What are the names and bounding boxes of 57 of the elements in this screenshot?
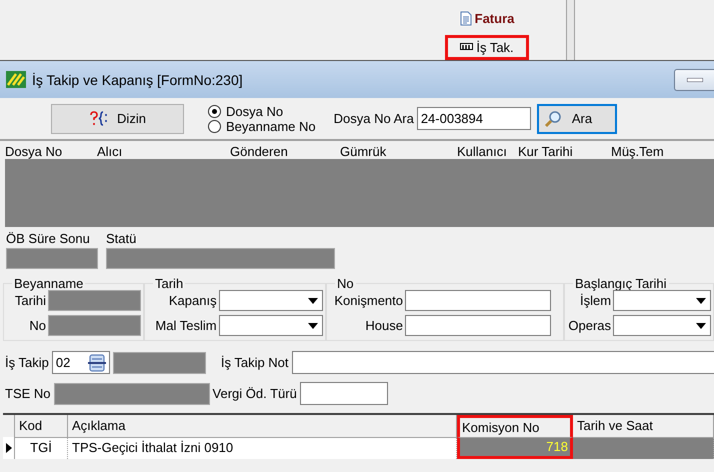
radio-option[interactable]: Dosya No: [208, 104, 316, 118]
column-header: Gümrük: [340, 144, 386, 159]
field-label: House: [365, 318, 403, 333]
field-label: Statü: [106, 231, 138, 246]
field-label: TSE No: [5, 386, 51, 401]
field-label: ÖB Süre Sonu: [6, 231, 91, 246]
column-header: Dosya No: [5, 144, 62, 159]
minimize-icon: [686, 78, 702, 82]
column-header: Kullanıcı: [457, 144, 507, 159]
field-label: Tarihi: [14, 293, 46, 308]
text-field[interactable]: [300, 382, 388, 405]
group-title: No: [336, 277, 355, 290]
search-field[interactable]: 24-003894: [416, 107, 531, 130]
group-title: Beyanname: [13, 277, 84, 290]
text-field[interactable]: [405, 315, 551, 336]
column-header: Kur Tarihi: [518, 144, 573, 159]
minimize-button[interactable]: [674, 68, 714, 90]
column-header: Gönderen: [230, 144, 288, 159]
table-cell: TGİ: [15, 437, 68, 459]
table-cell: TPS-Geçici İthalat İzni 0910: [68, 437, 457, 459]
group-title: Tarih: [154, 277, 184, 290]
text-field[interactable]: [405, 290, 551, 311]
index-button[interactable]: Dizin: [51, 104, 184, 134]
field-label: No: [29, 318, 46, 333]
field-label: İş Takip Not: [220, 355, 289, 370]
column-header: Alıcı: [97, 144, 122, 159]
dropdown-arrow-icon: [696, 298, 706, 304]
dropdown-arrow-icon: [696, 322, 706, 328]
dropdown[interactable]: [613, 290, 711, 311]
dropdown[interactable]: [218, 315, 323, 336]
group-title: Başlangıç Tarihi: [574, 277, 668, 290]
menu-item[interactable]: İş Tak.: [445, 35, 529, 60]
search-label: Dosya No Ara: [334, 111, 414, 126]
dropdown[interactable]: [613, 315, 711, 336]
radio-option[interactable]: Beyanname No: [208, 118, 316, 134]
table-cell: 718: [457, 437, 573, 459]
field-label: Konişmento: [334, 293, 403, 308]
field-label: Vergi Öd. Türü: [212, 386, 297, 401]
code-field[interactable]: 02: [52, 351, 110, 374]
field-label: Kapanış: [168, 293, 217, 308]
magnifier-icon: [544, 110, 562, 128]
dropdown-arrow-icon: [308, 322, 318, 328]
dropdown-arrow-icon: [308, 298, 318, 304]
dropdown[interactable]: [218, 290, 323, 311]
field-label: Mal Teslim: [155, 318, 217, 333]
app-logo-icon: [6, 71, 26, 88]
document-icon: [460, 11, 472, 26]
note-field[interactable]: [292, 351, 714, 374]
search-button[interactable]: Ara: [536, 104, 617, 134]
column-header: Müş.Tem: [611, 144, 664, 159]
field-label: İşlem: [580, 293, 612, 308]
tracker-icon: [460, 43, 474, 52]
field-label: İş Takip: [5, 355, 49, 370]
list-picker-icon: [88, 354, 106, 372]
field-label: Operas: [568, 318, 612, 333]
window-title: İş Takip ve Kapanış [FormNo:230]: [32, 72, 244, 88]
menu-item[interactable]: Fatura: [444, 6, 530, 31]
